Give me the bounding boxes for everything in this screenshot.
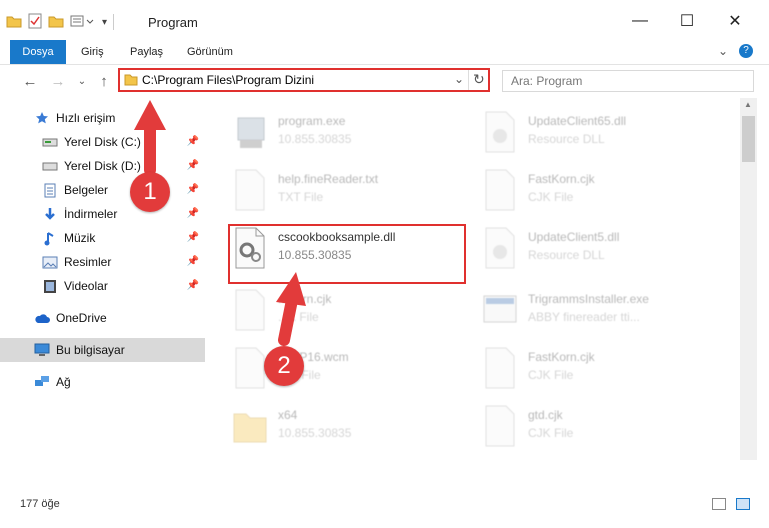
- details-view-icon[interactable]: [712, 498, 726, 510]
- large-icons-view-icon[interactable]: [736, 498, 750, 510]
- arrow-1: [134, 100, 166, 176]
- item-count: 177 öğe: [20, 498, 60, 510]
- arrow-2: [276, 272, 306, 346]
- step-badge-1: 1: [130, 172, 170, 212]
- step-badge-2: 2: [264, 346, 304, 386]
- annotation-arrows: [134, 100, 306, 346]
- status-bar: 177 öğe: [0, 494, 769, 528]
